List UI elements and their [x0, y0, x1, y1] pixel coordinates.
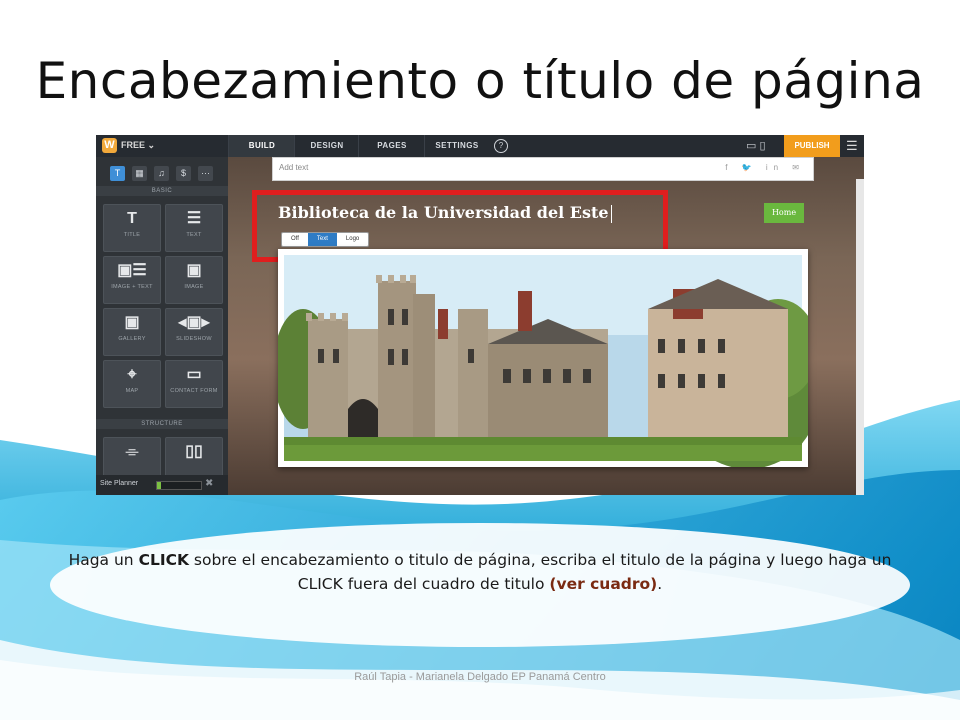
element-text[interactable]: ☰ TEXT	[165, 204, 223, 252]
map-pin-icon: ⌖	[127, 366, 137, 383]
weebly-logo[interactable]: W	[102, 138, 117, 153]
section-structure-header: STRUCTURE	[96, 419, 228, 429]
caption-highlight: (ver cuadro)	[549, 575, 658, 593]
element-contact-form[interactable]: ▭ CONTACT FORM	[165, 360, 223, 408]
layout-category-icon[interactable]: ▦	[132, 166, 147, 181]
divider-icon: ⌯	[125, 443, 139, 460]
header-text-bar[interactable]: Add text f 🐦 in ✉	[272, 157, 814, 181]
gallery-icon: ▣	[124, 314, 140, 331]
university-building-image	[278, 255, 808, 467]
element-map[interactable]: ⌖ MAP	[103, 360, 161, 408]
page-canvas: Add text f 🐦 in ✉ Biblioteca de la Unive…	[228, 157, 864, 495]
title-icon: T	[127, 210, 137, 227]
canvas-scrollbar[interactable]	[856, 179, 864, 495]
commerce-category-icon[interactable]: $	[176, 166, 191, 181]
slideshow-icon: ◂▣▸	[178, 314, 210, 331]
element-label: IMAGE	[184, 284, 204, 290]
element-title[interactable]: T TITLE	[103, 204, 161, 252]
tab-pages[interactable]: PAGES	[358, 135, 425, 157]
caption-click-word: CLICK	[138, 551, 189, 569]
more-category-icon[interactable]: ···	[198, 166, 213, 181]
element-label: TITLE	[123, 232, 141, 238]
tab-build[interactable]: BUILD	[228, 135, 295, 157]
plan-dropdown[interactable]: FREE ⌄	[121, 140, 155, 151]
section-basic-header: BASIC	[96, 186, 228, 196]
element-slideshow[interactable]: ◂▣▸ SLIDESHOW	[165, 308, 223, 356]
device-preview-icons[interactable]: ▭ ▯	[746, 139, 766, 152]
element-label: CONTACT FORM	[170, 388, 218, 394]
columns-icon: ▯▯	[185, 443, 203, 460]
element-category-toolbar: T ▦ ♫ $ ···	[110, 163, 220, 181]
help-icon[interactable]: ?	[494, 139, 508, 153]
site-planner-progress	[156, 481, 202, 490]
text-icon: ☰	[186, 210, 202, 227]
caption-text-2: sobre el encabezamiento o titulo de pági…	[188, 551, 892, 593]
slide-footer: Raúl Tapia - Marianela Delgado EP Panamá…	[354, 671, 606, 683]
menu-icon[interactable]: ☰	[846, 138, 858, 154]
tab-settings[interactable]: SETTINGS	[424, 135, 489, 157]
social-icons[interactable]: f 🐦 in ✉	[725, 163, 805, 172]
element-label: SLIDESHOW	[176, 336, 212, 342]
element-label: TEXT	[186, 232, 202, 238]
editor-top-bar: W FREE ⌄ BUILD DESIGN PAGES SETTINGS ? ▭…	[96, 135, 864, 157]
tab-design[interactable]: DESIGN	[294, 135, 359, 157]
slide-title: Encabezamiento o título de página	[35, 52, 925, 110]
editor-screenshot: W FREE ⌄ BUILD DESIGN PAGES SETTINGS ? ▭…	[96, 135, 864, 495]
element-gallery[interactable]: ▣ GALLERY	[103, 308, 161, 356]
elements-panel: T ▦ ♫ $ ··· BASIC T TITLE ☰ TEXT ▣☰ IMAGE + …	[96, 157, 228, 495]
image-icon: ▣	[186, 262, 202, 279]
element-label: MAP	[125, 388, 139, 394]
close-icon[interactable]: ✖	[205, 478, 213, 489]
element-label: GALLERY	[118, 336, 146, 342]
image-text-icon: ▣☰	[117, 262, 147, 279]
caption-text-1: Haga un	[68, 551, 139, 569]
element-image[interactable]: ▣ IMAGE	[165, 256, 223, 304]
element-label: IMAGE + TEXT	[111, 284, 153, 290]
instruction-caption: Haga un CLICK sobre el encabezamiento o …	[60, 548, 900, 596]
contact-form-icon: ▭	[186, 366, 202, 383]
nav-home-button[interactable]: Home	[764, 203, 804, 223]
add-text-placeholder[interactable]: Add text	[279, 163, 308, 172]
site-planner-bar: Site Planner ✖	[96, 475, 228, 495]
caption-end: .	[657, 575, 663, 593]
element-image-text[interactable]: ▣☰ IMAGE + TEXT	[103, 256, 161, 304]
text-category-icon[interactable]: T	[110, 166, 125, 181]
element-columns[interactable]: ▯▯	[165, 437, 223, 479]
media-category-icon[interactable]: ♫	[154, 166, 169, 181]
site-planner-progress-fill	[157, 482, 162, 489]
element-divider[interactable]: ⌯	[103, 437, 161, 479]
header-image[interactable]	[278, 249, 808, 467]
site-planner-label[interactable]: Site Planner	[100, 480, 138, 487]
publish-button[interactable]: PUBLISH	[784, 135, 840, 157]
